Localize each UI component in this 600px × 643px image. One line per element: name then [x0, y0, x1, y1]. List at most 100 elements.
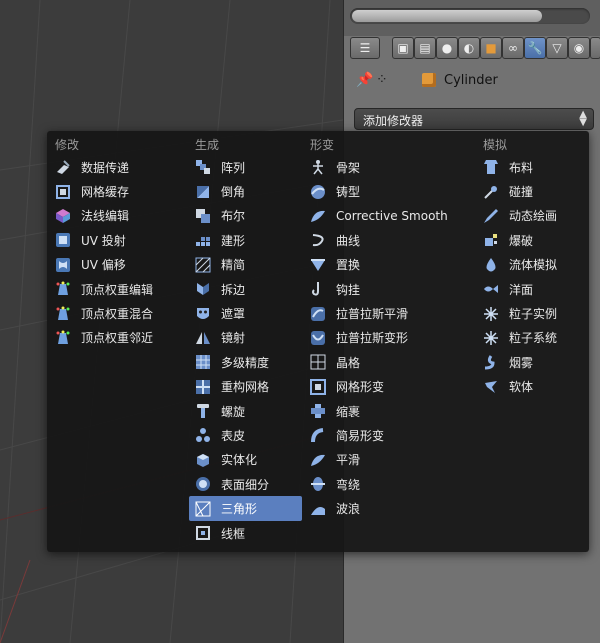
menu-item-label: 精简: [221, 258, 246, 273]
tab-constraints[interactable]: ∞: [502, 37, 524, 59]
menu-item-lattice[interactable]: 晶格: [304, 350, 479, 374]
menu-item-skin[interactable]: 表皮: [189, 423, 302, 447]
mask-icon: [195, 306, 211, 322]
menu-item-mirror[interactable]: 镜射: [189, 326, 302, 350]
menu-item-build[interactable]: 建形: [189, 228, 302, 252]
tab-render-layers[interactable]: ▤: [414, 37, 436, 59]
menu-item-particle-system[interactable]: 粒子系统: [477, 326, 587, 350]
world-icon: ◐: [463, 41, 475, 55]
tab-material[interactable]: ◉: [568, 37, 590, 59]
menu-item-mesh-cache[interactable]: 网格缓存: [49, 179, 189, 203]
menu-item-corrective-smooth[interactable]: Corrective Smooth: [304, 204, 479, 228]
tab-data[interactable]: ▽: [546, 37, 568, 59]
cast-icon: [310, 184, 326, 200]
scrollbar-thumb[interactable]: [352, 10, 542, 22]
menu-item-decimate[interactable]: 精简: [189, 253, 302, 277]
menu-item-label: 表皮: [221, 428, 246, 443]
menu-item-label: 拆边: [221, 282, 246, 297]
menu-item-multires[interactable]: 多级精度: [189, 350, 302, 374]
pin-icon[interactable]: 📌: [356, 72, 373, 88]
menu-item-array[interactable]: 阵列: [189, 155, 302, 179]
menu-item-smoke[interactable]: 烟雾: [477, 350, 587, 374]
uv-warp-icon: [55, 257, 71, 273]
mesh-deform-icon: [310, 378, 326, 395]
add-modifier-dropdown[interactable]: 添加修改器 ▲ ▼: [354, 108, 594, 130]
menu-item-label: 洋面: [509, 282, 534, 297]
menu-item-wireframe[interactable]: 线框: [189, 521, 302, 545]
fluid-icon: [483, 257, 499, 273]
menu-item-simple-deform[interactable]: 简易形变: [304, 423, 479, 447]
menu-item-curve[interactable]: 曲线: [304, 228, 479, 252]
normal-edit-icon: [55, 208, 71, 224]
menu-item-boolean[interactable]: 布尔: [189, 204, 302, 228]
menu-item-vertex-weight-proximity[interactable]: 顶点权重邻近: [49, 326, 189, 350]
menu-item-vertex-weight-mix[interactable]: 顶点权重混合: [49, 301, 189, 325]
menu-column-simulate: 模拟 布料 碰撞 动态绘画 爆破 流体模拟 洋面 粒子实例 粒子系统 烟雾 软体: [477, 135, 587, 399]
menu-item-wave[interactable]: 波浪: [304, 496, 479, 520]
tab-scene[interactable]: ●: [436, 37, 458, 59]
menu-item-collision[interactable]: 碰撞: [477, 179, 587, 203]
menu-item-normal-edit[interactable]: 法线编辑: [49, 204, 189, 228]
boolean-icon: [195, 208, 211, 224]
menu-item-explode[interactable]: 爆破: [477, 228, 587, 252]
menu-item-label: 布料: [509, 160, 534, 175]
menu-item-label: 简易形变: [336, 428, 385, 443]
menu-item-dynamic-paint[interactable]: 动态绘画: [477, 204, 587, 228]
menu-item-label: 粒子实例: [509, 307, 558, 322]
menu-item-bevel[interactable]: 倒角: [189, 179, 302, 203]
menu-item-label: 曲线: [336, 233, 361, 248]
shrinkwrap-icon: [310, 403, 326, 419]
menu-item-smooth[interactable]: 平滑: [304, 448, 479, 472]
menu-item-uv-project[interactable]: UV 投射: [49, 228, 189, 252]
collision-icon: [483, 184, 499, 200]
object-cube-icon: [422, 73, 436, 87]
menu-item-cloth[interactable]: 布料: [477, 155, 587, 179]
menu-item-laplacian-smooth[interactable]: 拉普拉斯平滑: [304, 301, 479, 325]
menu-item-triangulate[interactable]: 三角形: [189, 496, 302, 521]
menu-item-screw[interactable]: 螺旋: [189, 399, 302, 423]
menu-item-soft-body[interactable]: 软体: [477, 375, 587, 399]
menu-item-mesh-deform[interactable]: 网格形变: [304, 375, 479, 399]
menu-item-ocean[interactable]: 洋面: [477, 277, 587, 301]
menu-item-uv-warp[interactable]: UV 偏移: [49, 253, 189, 277]
tab-world[interactable]: ◐: [458, 37, 480, 59]
menu-item-laplacian-deform[interactable]: 拉普拉斯变形: [304, 326, 479, 350]
tab-modifiers[interactable]: 🔧: [524, 37, 546, 59]
tab-object[interactable]: ■: [480, 37, 502, 59]
menu-item-edge-split[interactable]: 拆边: [189, 277, 302, 301]
menu-item-label: Corrective Smooth: [336, 208, 448, 223]
menu-item-label: 布尔: [221, 209, 246, 224]
menu-item-displace[interactable]: 置换: [304, 253, 479, 277]
menu-item-data-transfer[interactable]: 数据传递: [49, 155, 189, 179]
menu-item-particle-instance[interactable]: 粒子实例: [477, 301, 587, 325]
properties-header: [344, 0, 600, 36]
menu-item-warp[interactable]: 弯绕: [304, 472, 479, 496]
menu-item-solidify[interactable]: 实体化: [189, 448, 302, 472]
data-transfer-icon: [55, 159, 71, 175]
menu-item-fluid[interactable]: 流体模拟: [477, 253, 587, 277]
scrollbar[interactable]: [350, 8, 590, 24]
tab-render[interactable]: ▣: [392, 37, 414, 59]
menu-item-label: 缩裹: [336, 404, 361, 419]
menu-item-remesh[interactable]: 重构网格: [189, 375, 302, 399]
menu-item-shrinkwrap[interactable]: 缩裹: [304, 399, 479, 423]
menu-item-mask[interactable]: 遮罩: [189, 301, 302, 325]
menu-item-vertex-weight-edit[interactable]: 顶点权重编辑: [49, 277, 189, 301]
menu-item-label: 弯绕: [336, 477, 361, 492]
smooth-icon: [310, 452, 326, 468]
curve-icon: [310, 232, 326, 248]
menu-item-armature[interactable]: 骨架: [304, 155, 479, 179]
menu-item-hook[interactable]: 钩挂: [304, 277, 479, 301]
context-breadcrumb: 📌 ⁘ Cylinder: [344, 68, 600, 94]
menu-column-generate: 生成 阵列 倒角 布尔 建形 精简 拆边 遮罩 镜射 多级精度 重构网格 螺旋 …: [189, 135, 302, 545]
wireframe-icon: [195, 525, 211, 541]
editor-type-menu[interactable]: ☰: [350, 37, 380, 59]
menu-item-subsurf[interactable]: 表面细分: [189, 472, 302, 496]
mesh-cache-icon: [55, 184, 71, 200]
armature-icon: [310, 159, 326, 175]
menu-item-label: 镜射: [221, 331, 246, 346]
tab-more[interactable]: [590, 37, 600, 59]
add-modifier-label: 添加修改器: [363, 114, 424, 128]
menu-item-cast[interactable]: 铸型: [304, 179, 479, 203]
menu-item-label: 网格形变: [336, 380, 385, 395]
